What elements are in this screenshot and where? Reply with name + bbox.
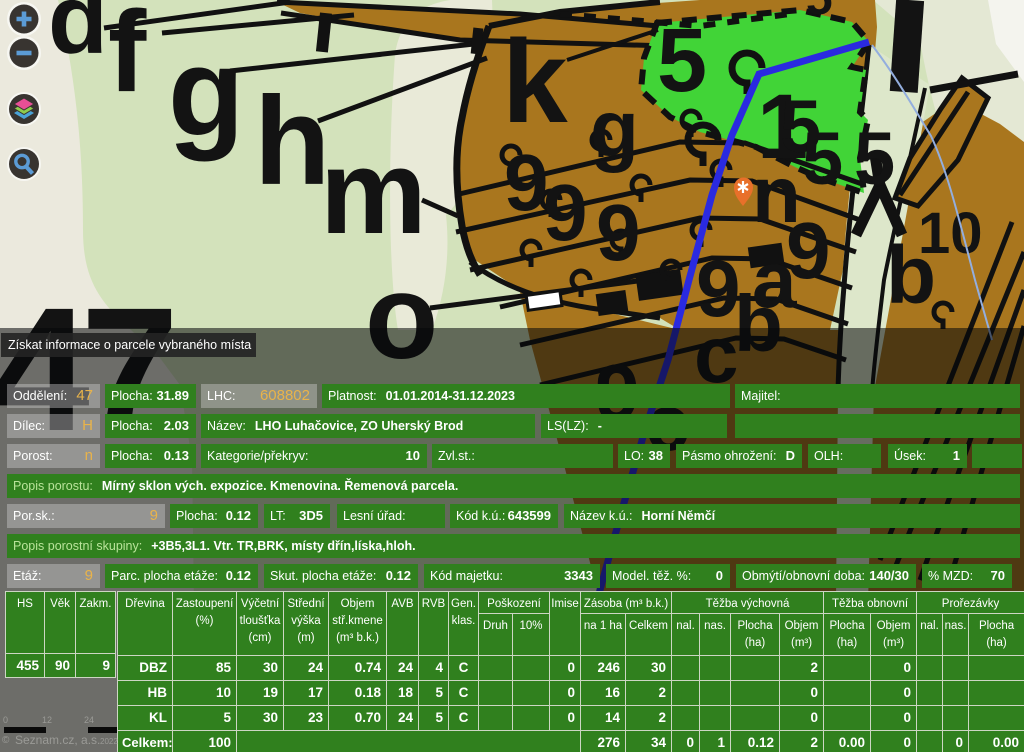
svg-text:10: 10: [918, 201, 983, 266]
svg-text:f: f: [108, 0, 147, 116]
svg-text:h: h: [254, 72, 330, 211]
svg-text:k: k: [502, 16, 568, 148]
svg-text:5: 5: [854, 117, 895, 200]
svg-text:9: 9: [596, 188, 641, 277]
svg-text:9: 9: [543, 168, 588, 257]
svg-text:m: m: [320, 125, 427, 259]
svg-text:5: 5: [802, 117, 843, 200]
svg-text:d: d: [48, 0, 108, 74]
svg-text:9: 9: [504, 138, 549, 227]
svg-text:5: 5: [657, 11, 707, 111]
svg-text:g: g: [590, 84, 639, 173]
svg-text:5: 5: [806, 0, 833, 25]
svg-text:g: g: [168, 23, 244, 162]
